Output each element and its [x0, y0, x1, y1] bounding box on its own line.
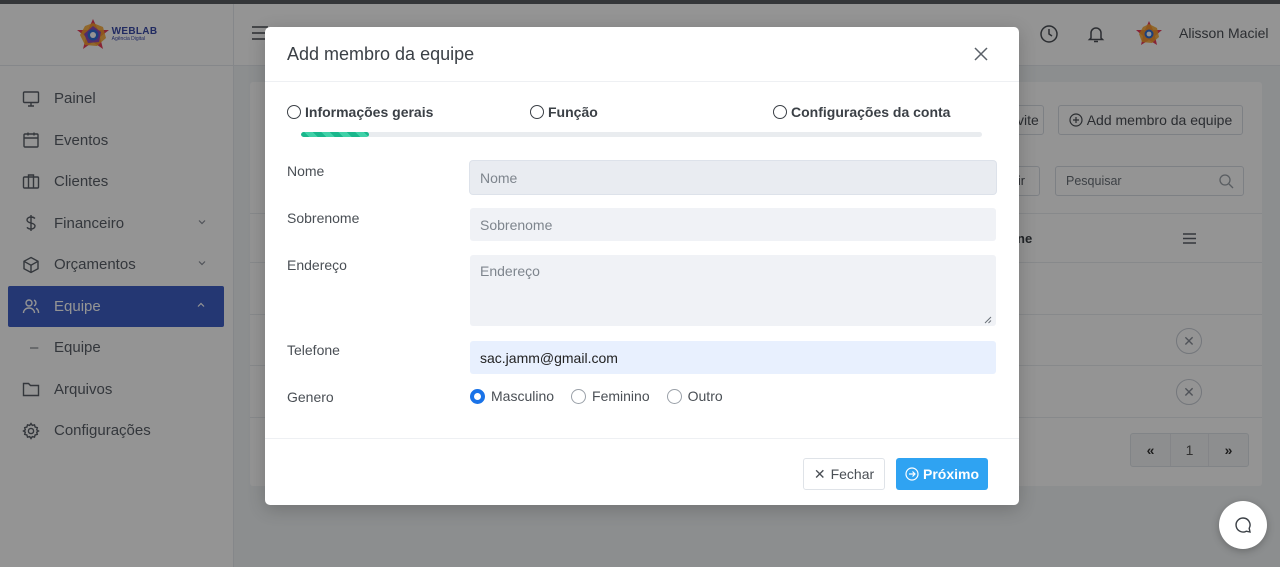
genero-label: Genero: [287, 389, 334, 405]
wizard-progress-bar: [301, 132, 982, 137]
wizard-steps: Informações gerais Função Configurações …: [265, 82, 1019, 148]
radio-outro[interactable]: Outro: [666, 388, 723, 404]
add-member-modal: Add membro da equipe Informações gerais …: [265, 27, 1019, 505]
modal-title: Add membro da equipe: [287, 44, 475, 64]
close-icon: [974, 47, 988, 61]
radio-checked-icon: [470, 388, 485, 404]
close-button[interactable]: ✕ Fechar: [803, 458, 885, 490]
telefone-input[interactable]: [470, 341, 996, 374]
radio-masculino[interactable]: Masculino: [470, 388, 554, 404]
wizard-progress-fill: [301, 132, 370, 137]
nome-label: Nome: [287, 163, 325, 179]
chat-icon: [1235, 517, 1251, 533]
step-circle-icon: [287, 105, 301, 119]
endereco-textarea[interactable]: [470, 255, 996, 326]
radio-label: Feminino: [592, 388, 650, 404]
arrow-right-circle-icon: [905, 467, 919, 481]
modal-header: Add membro da equipe: [265, 27, 1019, 82]
endereco-label: Endereço: [287, 257, 347, 273]
step-label: Informações gerais: [305, 104, 434, 120]
step-label: Configurações da conta: [791, 104, 951, 120]
step-configuracoes-conta[interactable]: Configurações da conta: [773, 104, 950, 120]
next-button-label: Próximo: [922, 466, 979, 482]
radio-unchecked-icon: [571, 388, 587, 404]
step-circle-icon: [530, 105, 544, 119]
radio-label: Masculino: [491, 388, 555, 404]
step-label: Função: [548, 104, 598, 120]
close-icon: ✕: [813, 465, 826, 482]
chat-button[interactable]: [1219, 501, 1267, 549]
resize-handle-icon[interactable]: [984, 316, 992, 324]
next-button[interactable]: Próximo: [896, 458, 988, 490]
sobrenome-input[interactable]: [470, 208, 996, 241]
step-funcao[interactable]: Função: [530, 104, 598, 120]
modal-footer: ✕ Fechar Próximo: [265, 438, 1019, 505]
radio-unchecked-icon: [666, 388, 682, 404]
genero-radio-group: Masculino Feminino Outro: [470, 388, 740, 404]
telefone-label: Telefone: [287, 342, 340, 358]
close-button-label: Fechar: [830, 466, 875, 482]
step-informacoes-gerais[interactable]: Informações gerais: [287, 104, 433, 120]
modal-close-button[interactable]: [971, 44, 991, 64]
step-circle-icon: [773, 105, 787, 119]
radio-label: Outro: [687, 388, 723, 404]
radio-feminino[interactable]: Feminino: [571, 388, 650, 404]
sobrenome-label: Sobrenome: [287, 210, 360, 226]
nome-input[interactable]: [470, 161, 996, 194]
